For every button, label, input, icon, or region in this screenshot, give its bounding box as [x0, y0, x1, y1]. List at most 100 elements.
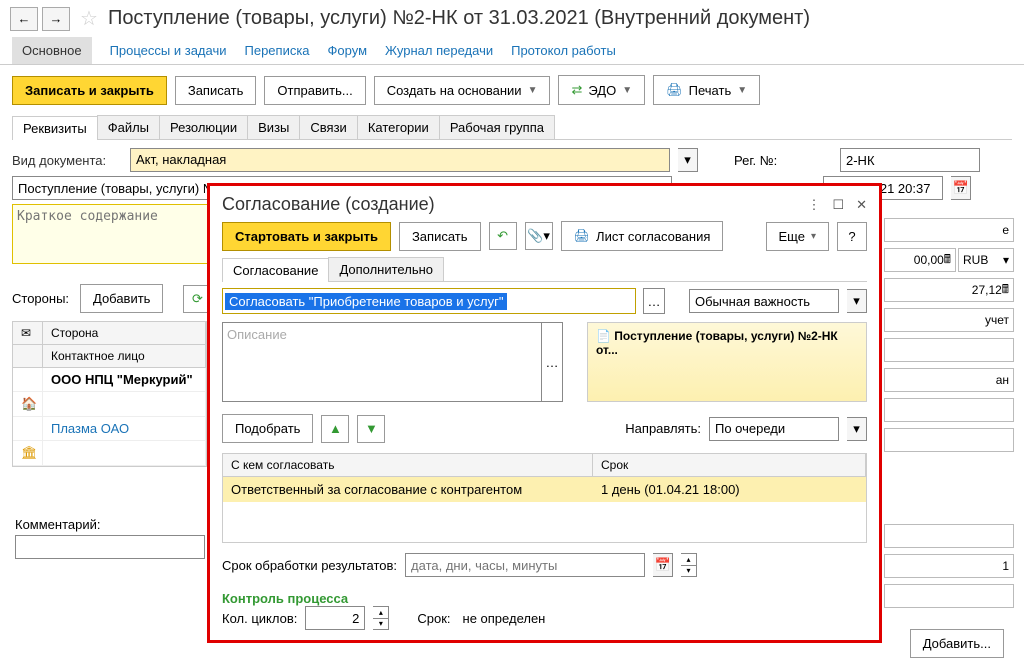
add-side-button[interactable]: Добавить [80, 284, 163, 313]
attached-doc[interactable]: 📄 Поступление (товары, услуги) №2-НК от.… [587, 322, 867, 402]
table-row[interactable]: ООО НПЦ "Меркурий" [13, 368, 206, 392]
modal-title: Согласование (создание) [222, 194, 435, 215]
control-heading: Контроль процесса [222, 591, 867, 606]
label-stub: 1 [1002, 559, 1009, 573]
approver-cell: Ответственный за согласование с контраге… [223, 477, 593, 502]
calendar-button[interactable]: 📅 [951, 176, 971, 200]
route-select[interactable] [709, 417, 839, 441]
close-icon[interactable]: ✕ [856, 197, 867, 213]
reg-no-label: Рег. №: [734, 153, 788, 168]
tab-processes[interactable]: Процессы и задачи [110, 37, 227, 64]
subject-input[interactable]: Согласовать "Приобретение товаров и услу… [222, 288, 636, 314]
reg-no-input[interactable] [840, 148, 980, 172]
write-and-close-button[interactable]: Записать и закрыть [12, 76, 167, 105]
field-stub[interactable]: учет [884, 308, 1014, 332]
attach-button[interactable]: 📎▾ [525, 222, 553, 250]
description-textarea[interactable]: Описание [222, 322, 542, 402]
maximize-icon[interactable]: ☐ [832, 197, 844, 213]
currency-select[interactable]: RUB▾ [958, 248, 1014, 272]
field-stub[interactable] [884, 428, 1014, 452]
sum-field[interactable]: 00,00 🖩 [884, 248, 956, 272]
more-button[interactable]: Еще▾ [766, 222, 829, 251]
deadline-stepper[interactable]: ▴▾ [681, 553, 697, 577]
tab-main[interactable]: Основное [12, 37, 92, 64]
tab-protocol[interactable]: Протокол работы [511, 37, 616, 64]
print-label: Печать [689, 83, 732, 98]
bottom-add-button[interactable]: Добавить... [910, 629, 1004, 658]
tab-forum[interactable]: Форум [328, 37, 368, 64]
route-dropdown[interactable]: ▾ [847, 417, 867, 441]
main-tabbar: Основное Процессы и задачи Переписка Фор… [0, 37, 1024, 65]
label-stub: ан [996, 373, 1009, 387]
subtab-files[interactable]: Файлы [97, 115, 160, 139]
desc-placeholder: Описание [227, 327, 287, 342]
modal-write-button[interactable]: Записать [399, 222, 481, 251]
subtab-visas[interactable]: Визы [247, 115, 300, 139]
field-stub[interactable] [884, 584, 1014, 608]
home-icon: 🏠 [13, 392, 43, 416]
modal-tab-additional[interactable]: Дополнительно [328, 257, 444, 281]
term-label: Срок: [417, 611, 450, 626]
create-from-button[interactable]: Создать на основании▼ [374, 76, 551, 105]
send-button[interactable]: Отправить... [264, 76, 365, 105]
kebab-icon[interactable]: ⋮ [807, 197, 820, 213]
favorite-star-icon[interactable]: ☆ [80, 6, 98, 31]
chevron-down-icon: ▼ [528, 85, 538, 96]
table-row[interactable]: 🏛 [13, 441, 206, 466]
approval-list-button[interactable]: 🖨Лист согласования [561, 221, 724, 251]
approval-list-label: Лист согласования [596, 229, 710, 244]
chevron-down-icon: ▾ [811, 231, 816, 242]
subtab-categories[interactable]: Категории [357, 115, 440, 139]
cycles-input[interactable] [305, 606, 365, 630]
field-stub[interactable] [884, 338, 1014, 362]
nav-forward-button[interactable] [42, 7, 70, 31]
table-row[interactable]: 🏠 [13, 392, 206, 417]
pick-button[interactable]: Подобрать [222, 414, 313, 443]
desc-ellipsis[interactable]: … [541, 322, 563, 402]
sides-label: Стороны: [12, 291, 72, 306]
modal-tab-approval[interactable]: Согласование [222, 258, 329, 282]
cycles-label: Кол. циклов: [222, 611, 297, 626]
page-title: Поступление (товары, услуги) №2-НК от 31… [108, 7, 810, 30]
home-icon: 🏛 [13, 441, 43, 465]
importance-dropdown[interactable]: ▾ [847, 289, 867, 313]
move-up-button[interactable]: ▲ [321, 415, 349, 443]
help-button[interactable]: ? [837, 222, 867, 251]
edo-button[interactable]: ⇄ЭДО▼ [558, 75, 645, 105]
subtab-requisites[interactable]: Реквизиты [12, 116, 98, 140]
chevron-down-icon: ▾ [1003, 253, 1009, 267]
field-stub[interactable] [884, 524, 1014, 548]
val2-field[interactable]: 27,12 🖩 [884, 278, 1014, 302]
start-and-close-button[interactable]: Стартовать и закрыть [222, 222, 391, 251]
undo-button[interactable]: ↶ [489, 222, 517, 250]
result-deadline-input[interactable] [405, 553, 645, 577]
tab-transfer-log[interactable]: Журнал передачи [385, 37, 493, 64]
tab-correspondence[interactable]: Переписка [245, 37, 310, 64]
print-button[interactable]: 🖨Печать▼ [653, 75, 760, 105]
main-toolbar: Записать и закрыть Записать Отправить...… [0, 65, 1024, 115]
route-label: Направлять: [625, 421, 701, 436]
doc-type-dropdown[interactable]: ▾ [678, 148, 698, 172]
table-row[interactable]: Ответственный за согласование с контраге… [223, 477, 866, 502]
subject-text: Согласовать "Приобретение товаров и услу… [225, 293, 507, 310]
move-down-button[interactable]: ▼ [357, 415, 385, 443]
chevron-down-icon: ▼ [737, 85, 747, 96]
edo-label: ЭДО [588, 83, 616, 98]
deadline-calendar[interactable]: 📅 [653, 553, 673, 577]
comment-input[interactable] [15, 535, 205, 559]
field-stub[interactable] [884, 398, 1014, 422]
blank [13, 417, 43, 440]
subtab-workgroup[interactable]: Рабочая группа [439, 115, 555, 139]
subtab-links[interactable]: Связи [299, 115, 357, 139]
field-stub[interactable]: е [884, 218, 1014, 242]
importance-select[interactable] [689, 289, 839, 313]
doc-type-input[interactable]: Акт, накладная [130, 148, 670, 172]
field-stub[interactable]: 1 [884, 554, 1014, 578]
cycles-stepper[interactable]: ▴▾ [373, 606, 389, 630]
write-button[interactable]: Записать [175, 76, 257, 105]
table-row[interactable]: Плазма ОАО [13, 417, 206, 441]
subtab-resolutions[interactable]: Резолюции [159, 115, 248, 139]
nav-back-button[interactable] [10, 7, 38, 31]
field-stub[interactable]: ан [884, 368, 1014, 392]
subject-ellipsis[interactable]: … [643, 288, 665, 314]
